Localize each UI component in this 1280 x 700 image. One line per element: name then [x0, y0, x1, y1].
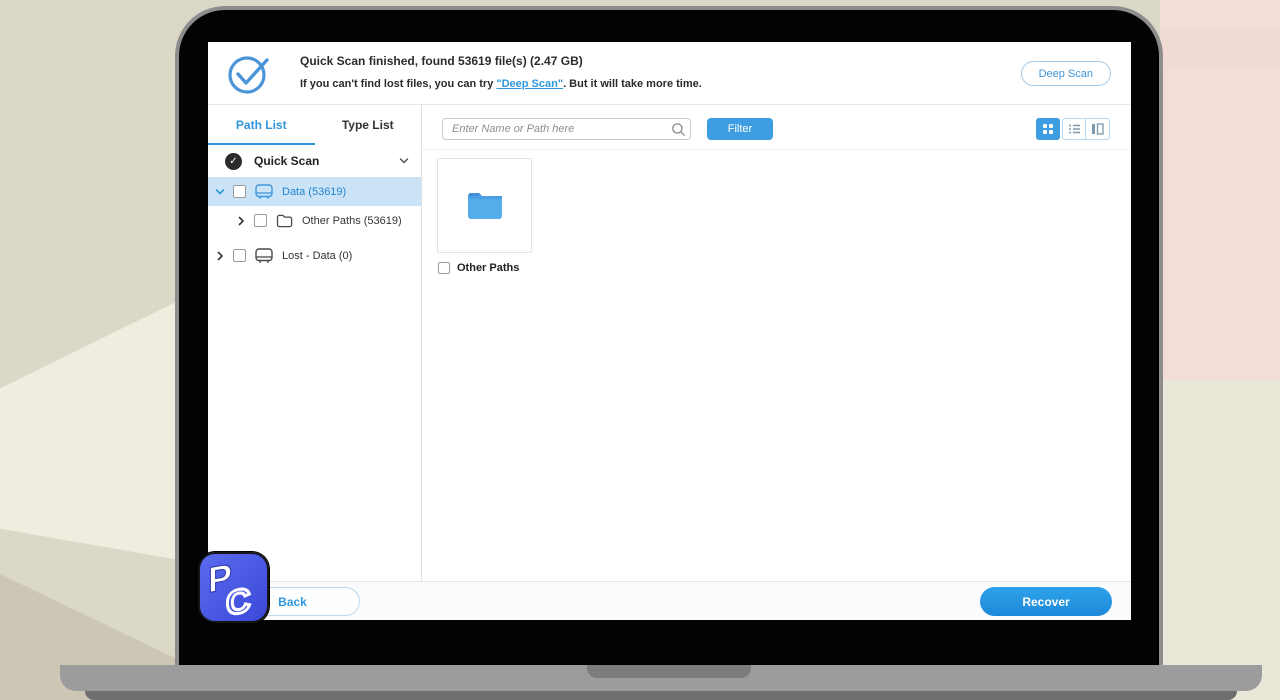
scan-done-icon: ✓ — [225, 152, 242, 170]
search-icon[interactable] — [670, 122, 690, 137]
laptop-lid-notch — [587, 665, 751, 678]
checkbox[interactable] — [233, 249, 246, 262]
chevron-down-icon[interactable] — [215, 187, 225, 197]
folder-icon — [467, 192, 502, 219]
scan-result-header: Quick Scan finished, found 53619 file(s)… — [208, 42, 1131, 105]
file-grid: Other Paths — [422, 150, 1131, 581]
tree-item-label: Lost - Data (0) — [282, 249, 353, 262]
checkbox[interactable] — [233, 185, 246, 198]
file-item-other-paths[interactable] — [437, 158, 532, 253]
chevron-right-icon[interactable] — [215, 251, 225, 261]
tree-row-data[interactable]: Data (53619) — [208, 177, 421, 206]
folder-icon — [276, 214, 293, 228]
search-box — [442, 118, 691, 140]
file-item-label: Other Paths — [457, 262, 520, 274]
tree-row-other-paths[interactable]: Other Paths (53619) — [208, 206, 421, 235]
sidebar-tabs: Path List Type List — [208, 105, 421, 145]
scan-complete-icon — [228, 56, 269, 94]
file-item-caption: Other Paths — [438, 262, 519, 274]
logo-letters: P C — [208, 555, 253, 621]
scan-root-row[interactable]: ✓ Quick Scan — [208, 145, 421, 177]
toolbar: Filter — [422, 105, 1131, 150]
laptop-base-bottom — [85, 691, 1237, 700]
checkbox[interactable] — [438, 262, 450, 274]
view-toggle-group — [1036, 118, 1110, 140]
pc-brand-logo: P C — [198, 552, 269, 623]
tree-item-label: Other Paths (53619) — [302, 214, 402, 227]
scan-hint-text: If you can't find lost files, you can tr… — [300, 78, 702, 90]
scan-root-label: Quick Scan — [254, 154, 320, 168]
filter-button[interactable]: Filter — [707, 118, 773, 140]
hint-suffix: . But it will take more time. — [563, 78, 702, 90]
laptop-base — [60, 665, 1262, 691]
search-input[interactable] — [443, 119, 670, 139]
list-view-icon[interactable] — [1062, 118, 1086, 140]
background-shape — [1160, 30, 1280, 70]
drive-icon — [255, 248, 273, 263]
footer-bar: Back Recover — [208, 581, 1131, 620]
tab-path-list[interactable]: Path List — [208, 105, 315, 145]
file-browser-pane: Filter — [422, 105, 1131, 581]
chevron-right-icon[interactable] — [236, 216, 246, 226]
hint-prefix: If you can't find lost files, you can tr… — [300, 78, 497, 90]
svg-text:C: C — [226, 581, 251, 621]
deep-scan-link[interactable]: "Deep Scan" — [496, 78, 563, 90]
sidebar: Path List Type List ✓ Quick Scan Data (5… — [208, 105, 422, 581]
checkbox[interactable] — [254, 214, 267, 227]
tree-row-lost-data[interactable]: Lost - Data (0) — [208, 241, 421, 270]
grid-view-icon[interactable] — [1036, 118, 1060, 140]
tab-type-list[interactable]: Type List — [315, 105, 422, 145]
background-shape — [1160, 380, 1280, 700]
scan-summary-text: Quick Scan finished, found 53619 file(s)… — [300, 54, 583, 68]
background-shape — [0, 300, 180, 560]
chevron-down-icon[interactable] — [399, 156, 409, 166]
deep-scan-button[interactable]: Deep Scan — [1020, 61, 1111, 86]
tree-item-label: Data (53619) — [282, 185, 347, 198]
column-view-icon[interactable] — [1086, 118, 1110, 140]
app-window: Quick Scan finished, found 53619 file(s)… — [208, 42, 1131, 620]
drive-icon — [255, 184, 273, 199]
recover-button[interactable]: Recover — [980, 587, 1112, 616]
